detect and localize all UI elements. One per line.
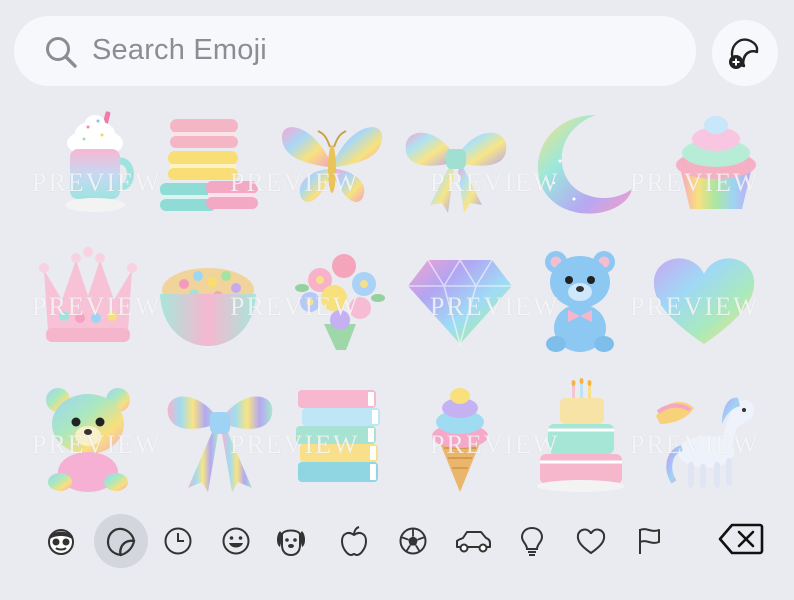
sticker-add-icon bbox=[729, 38, 759, 69]
watermark-text: PREVIEW bbox=[230, 292, 360, 321]
dog-face-icon bbox=[277, 529, 305, 557]
tab-food[interactable] bbox=[327, 514, 381, 568]
magnifying-glass-icon bbox=[46, 37, 77, 68]
flag-icon bbox=[639, 528, 660, 554]
heart-outline-icon bbox=[576, 528, 606, 555]
sticker-icon bbox=[106, 527, 136, 557]
cupcake-sticker[interactable] bbox=[656, 105, 776, 225]
tab-travel[interactable] bbox=[446, 514, 500, 568]
watermark-text: PREVIEW bbox=[32, 430, 162, 459]
tab-memoji[interactable] bbox=[34, 514, 88, 568]
tab-smileys[interactable] bbox=[209, 514, 263, 568]
watermark-text: PREVIEW bbox=[630, 292, 760, 321]
watermark-text: PREVIEW bbox=[32, 168, 162, 197]
delete-button[interactable] bbox=[718, 522, 764, 561]
delete-backspace-icon bbox=[718, 523, 764, 555]
smiley-icon bbox=[222, 527, 250, 555]
watermark-text: PREVIEW bbox=[230, 430, 360, 459]
milkshake-sticker[interactable] bbox=[40, 105, 160, 225]
memoji-icon bbox=[48, 529, 74, 555]
apple-icon bbox=[340, 526, 368, 557]
category-bar bbox=[0, 510, 794, 576]
tab-flags[interactable] bbox=[622, 514, 676, 568]
search-field[interactable]: Search Emoji bbox=[14, 16, 696, 86]
emoji-grid: PREVIEW PREVIEW PREVIEW PREVIEW PREVIEW … bbox=[0, 100, 794, 500]
watermark-text: PREVIEW bbox=[430, 430, 560, 459]
tab-recents[interactable] bbox=[151, 514, 205, 568]
watermark-text: PREVIEW bbox=[630, 168, 760, 197]
tab-symbols[interactable] bbox=[564, 514, 618, 568]
bow-sticker[interactable] bbox=[396, 105, 516, 225]
light-bulb-icon bbox=[520, 526, 544, 556]
watermark-text: PREVIEW bbox=[430, 168, 560, 197]
watermark-text: PREVIEW bbox=[230, 168, 360, 197]
macarons-sticker[interactable] bbox=[148, 105, 268, 225]
watermark-text: PREVIEW bbox=[430, 292, 560, 321]
soccer-ball-icon bbox=[399, 527, 427, 555]
butterfly-sticker[interactable] bbox=[272, 105, 392, 225]
sticker-add-button[interactable] bbox=[712, 20, 778, 86]
watermark-text: PREVIEW bbox=[630, 430, 760, 459]
search-placeholder: Search Emoji bbox=[92, 34, 267, 66]
car-icon bbox=[456, 531, 491, 553]
watermark-text: PREVIEW bbox=[32, 292, 162, 321]
tab-animals[interactable] bbox=[264, 514, 318, 568]
crescent-moon-sticker[interactable] bbox=[520, 105, 640, 225]
clock-icon bbox=[164, 527, 192, 555]
tab-activity[interactable] bbox=[386, 514, 440, 568]
tab-stickers[interactable] bbox=[94, 514, 148, 568]
tab-objects[interactable] bbox=[505, 514, 559, 568]
